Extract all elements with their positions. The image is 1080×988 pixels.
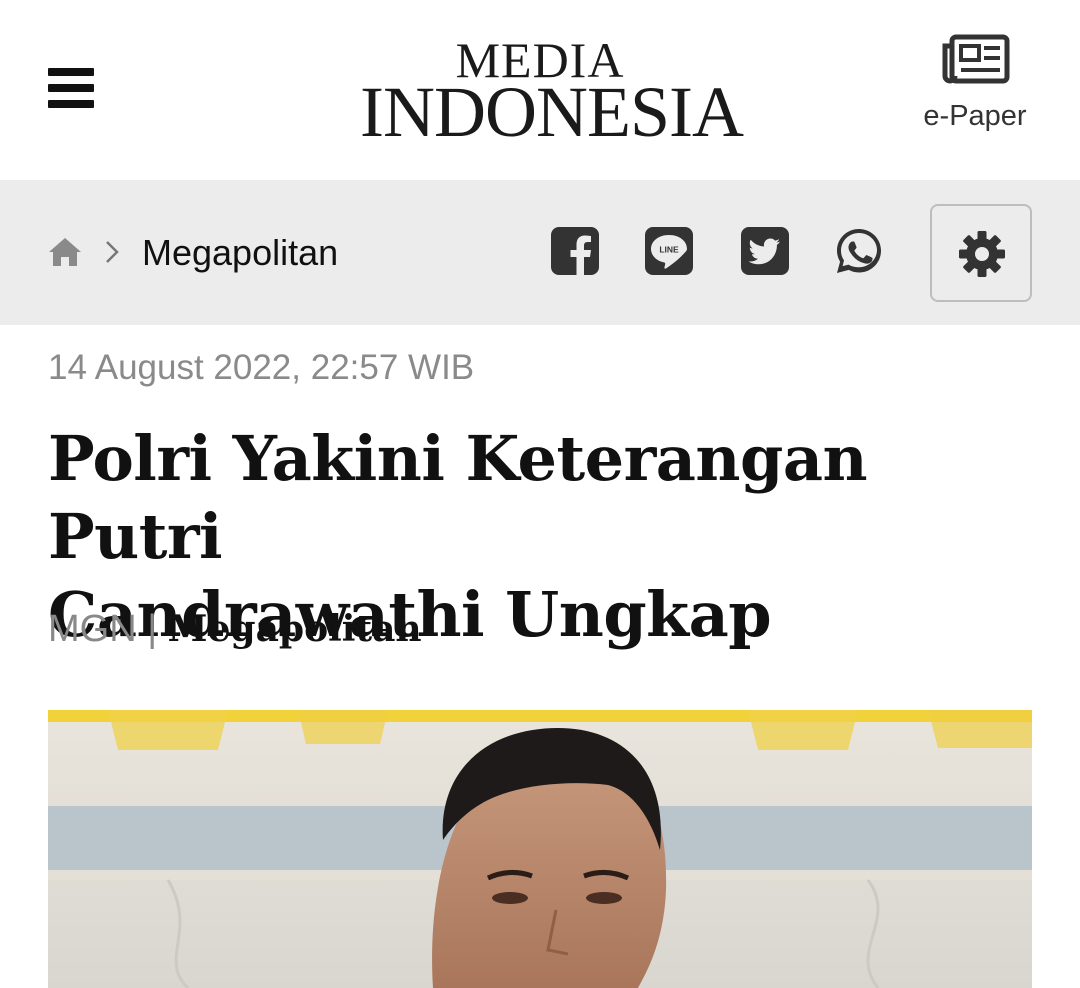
logo-text-bottom: INDONESIA (360, 72, 744, 152)
twitter-icon[interactable] (740, 226, 790, 276)
article-source: MGN (48, 608, 137, 650)
line-icon-text: LINE (659, 245, 679, 255)
facebook-icon[interactable] (550, 226, 600, 276)
site-header: MEDIA INDONESIA e-Paper (0, 0, 1080, 180)
whatsapp-icon[interactable] (834, 226, 884, 276)
newspaper-icon (942, 34, 1010, 84)
breadcrumb-share-bar: Megapolitan LINE (0, 180, 1080, 325)
article-photo-image (48, 710, 1032, 988)
home-icon[interactable] (48, 236, 82, 268)
gear-icon (959, 231, 1005, 277)
line-icon[interactable]: LINE (644, 226, 694, 276)
breadcrumb-category[interactable]: Megapolitan (142, 232, 338, 274)
epaper-label: e-Paper (923, 100, 1027, 132)
article-title-line-1: Polri Yakini Keterangan Putri (48, 422, 868, 573)
site-logo[interactable]: MEDIA INDONESIA (360, 32, 744, 152)
article-date: 14 August 2022, 22:57 WIB (48, 348, 475, 387)
byline-separator: | (147, 608, 158, 650)
article-photo[interactable] (48, 710, 1032, 988)
chevron-right-icon (106, 241, 119, 263)
settings-button[interactable] (930, 204, 1032, 302)
article-byline: MGN | Megapolitan (48, 608, 422, 651)
epaper-button[interactable]: e-Paper (918, 34, 1032, 144)
article-category-link[interactable]: Megapolitan (168, 608, 422, 650)
hamburger-menu-icon[interactable] (48, 68, 94, 108)
